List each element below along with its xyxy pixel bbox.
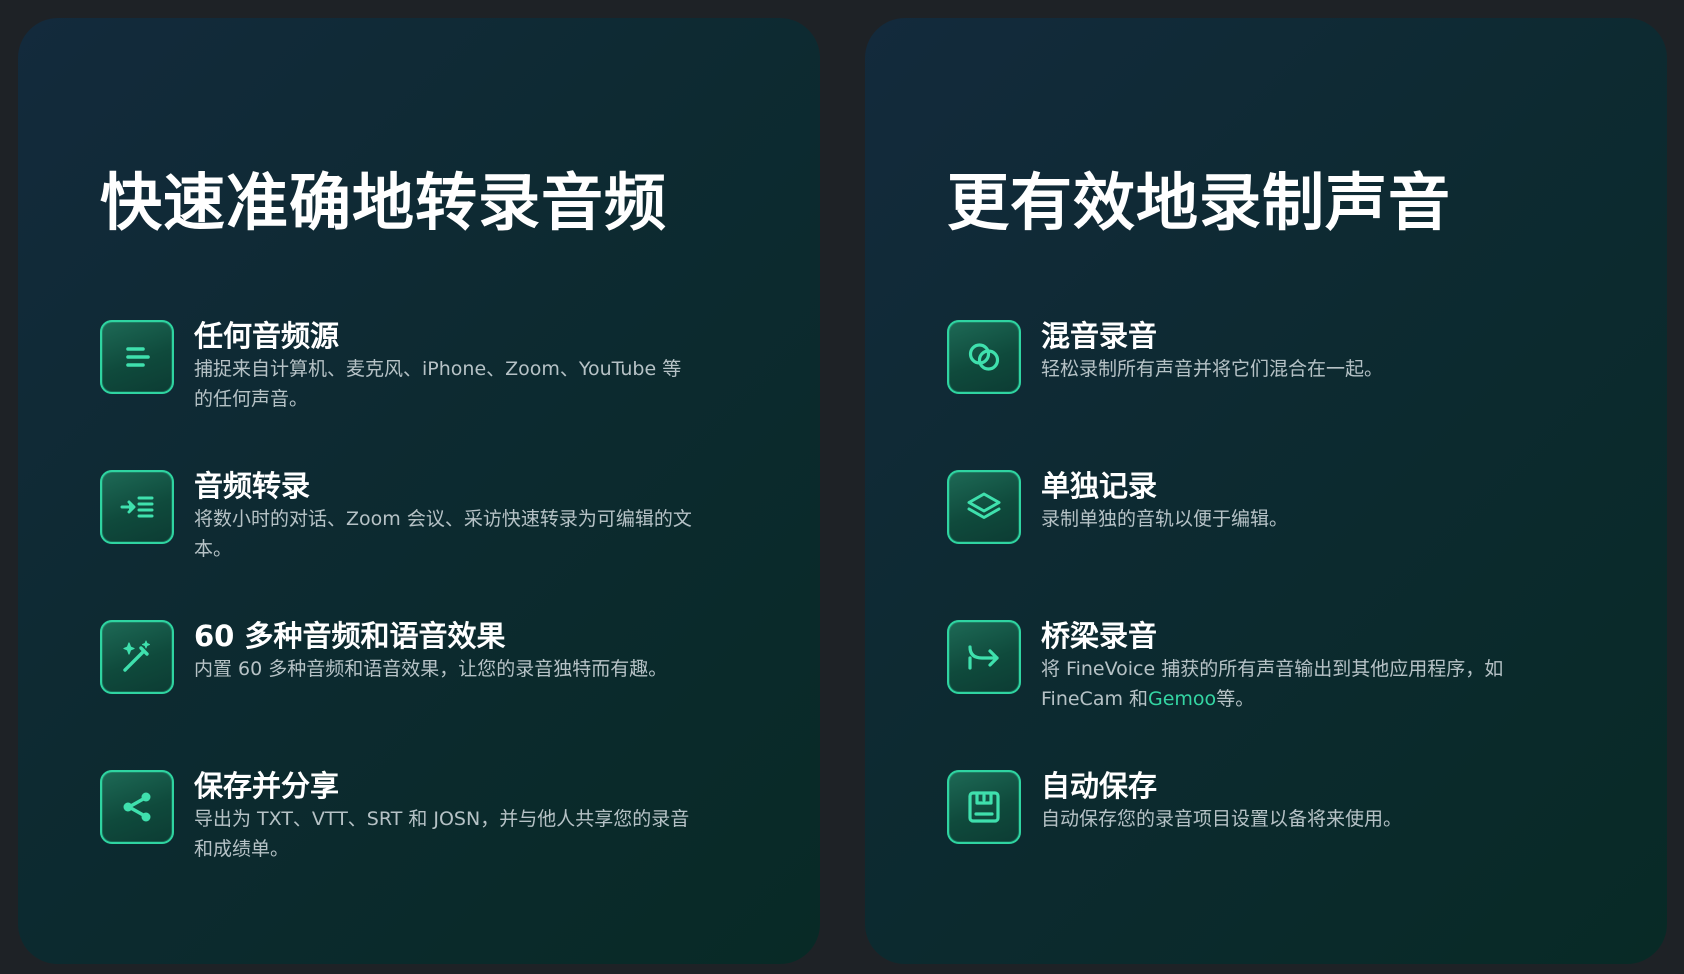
feature-text: 桥梁录音 将 FineVoice 捕获的所有声音输出到其他应用程序，如 Fine… <box>1041 618 1561 714</box>
feature-text: 任何音频源 捕捉来自计算机、麦克风、iPhone、Zoom、YouTube 等的… <box>194 318 694 414</box>
feature-title: 混音录音 <box>1041 319 1158 353</box>
feature-text: 音频转录 将数小时的对话、Zoom 会议、采访快速转录为可编辑的文本。 <box>194 468 694 564</box>
transcribe-panel: 快速准确地转录音频 任何音频源 捕捉来自计算机、麦克风、iPhone、Zoom、… <box>18 18 820 964</box>
feature-title: 自动保存 <box>1041 769 1158 803</box>
panel-title: 快速准确地转录音频 <box>100 166 668 239</box>
recording-panel: 更有效地录制声音 混音录音 轻松录制所有声音并将它们混合在一起。 单独记录 录制… <box>865 18 1667 964</box>
feature-audio-transcription: 音频转录 将数小时的对话、Zoom 会议、采访快速转录为可编辑的文本。 <box>100 468 820 618</box>
feature-description: 录制单独的音轨以便于编辑。 <box>1041 508 1289 530</box>
description-text: 等。 <box>1216 688 1255 710</box>
feature-description: 内置 60 多种音频和语音效果，让您的录音独特而有趣。 <box>194 658 668 680</box>
feature-description: 自动保存您的录音项目设置以备将来使用。 <box>1041 808 1403 830</box>
magic-wand-icon <box>100 620 174 694</box>
gemoo-link[interactable]: Gemoo <box>1148 688 1216 710</box>
feature-text: 60 多种音频和语音效果 内置 60 多种音频和语音效果，让您的录音独特而有趣。 <box>194 618 694 684</box>
bridge-arrow-icon <box>947 620 1021 694</box>
feature-bridge-recording: 桥梁录音 将 FineVoice 捕获的所有声音输出到其他应用程序，如 Fine… <box>947 618 1667 768</box>
description-text: 将 FineVoice 捕获的所有声音输出到其他应用程序，如 FineCam 和 <box>1041 658 1504 710</box>
feature-title: 保存并分享 <box>194 769 340 803</box>
feature-text: 混音录音 轻松录制所有声音并将它们混合在一起。 <box>1041 318 1561 384</box>
transcribe-icon <box>100 470 174 544</box>
feature-description: 轻松录制所有声音并将它们混合在一起。 <box>1041 358 1384 380</box>
feature-text: 单独记录 录制单独的音轨以便于编辑。 <box>1041 468 1561 534</box>
feature-list: 混音录音 轻松录制所有声音并将它们混合在一起。 单独记录 录制单独的音轨以便于编… <box>947 318 1667 918</box>
text-lines-icon <box>100 320 174 394</box>
share-icon <box>100 770 174 844</box>
feature-description: 捕捉来自计算机、麦克风、iPhone、Zoom、YouTube 等的任何声音。 <box>194 358 682 410</box>
layers-icon <box>947 470 1021 544</box>
feature-save-and-share: 保存并分享 导出为 TXT、VTT、SRT 和 JOSN，并与他人共享您的录音和… <box>100 768 820 918</box>
feature-title: 单独记录 <box>1041 469 1158 503</box>
feature-description: 将 FineVoice 捕获的所有声音输出到其他应用程序，如 FineCam 和… <box>1041 654 1561 714</box>
feature-title: 音频转录 <box>194 469 311 503</box>
feature-mix-recording: 混音录音 轻松录制所有声音并将它们混合在一起。 <box>947 318 1667 468</box>
feature-title: 任何音频源 <box>194 319 340 353</box>
feature-auto-save: 自动保存 自动保存您的录音项目设置以备将来使用。 <box>947 768 1667 918</box>
save-disk-icon <box>947 770 1021 844</box>
feature-title: 60 多种音频和语音效果 <box>194 619 506 653</box>
panel-title: 更有效地录制声音 <box>947 166 1452 239</box>
feature-audio-effects: 60 多种音频和语音效果 内置 60 多种音频和语音效果，让您的录音独特而有趣。 <box>100 618 820 768</box>
feature-list: 任何音频源 捕捉来自计算机、麦克风、iPhone、Zoom、YouTube 等的… <box>100 318 820 918</box>
feature-separate-recording: 单独记录 录制单独的音轨以便于编辑。 <box>947 468 1667 618</box>
feature-text: 保存并分享 导出为 TXT、VTT、SRT 和 JOSN，并与他人共享您的录音和… <box>194 768 694 864</box>
feature-description: 将数小时的对话、Zoom 会议、采访快速转录为可编辑的文本。 <box>194 508 692 560</box>
feature-text: 自动保存 自动保存您的录音项目设置以备将来使用。 <box>1041 768 1561 834</box>
feature-any-audio-source: 任何音频源 捕捉来自计算机、麦克风、iPhone、Zoom、YouTube 等的… <box>100 318 820 468</box>
mix-circles-icon <box>947 320 1021 394</box>
feature-description: 导出为 TXT、VTT、SRT 和 JOSN，并与他人共享您的录音和成绩单。 <box>194 808 690 860</box>
feature-title: 桥梁录音 <box>1041 619 1158 653</box>
